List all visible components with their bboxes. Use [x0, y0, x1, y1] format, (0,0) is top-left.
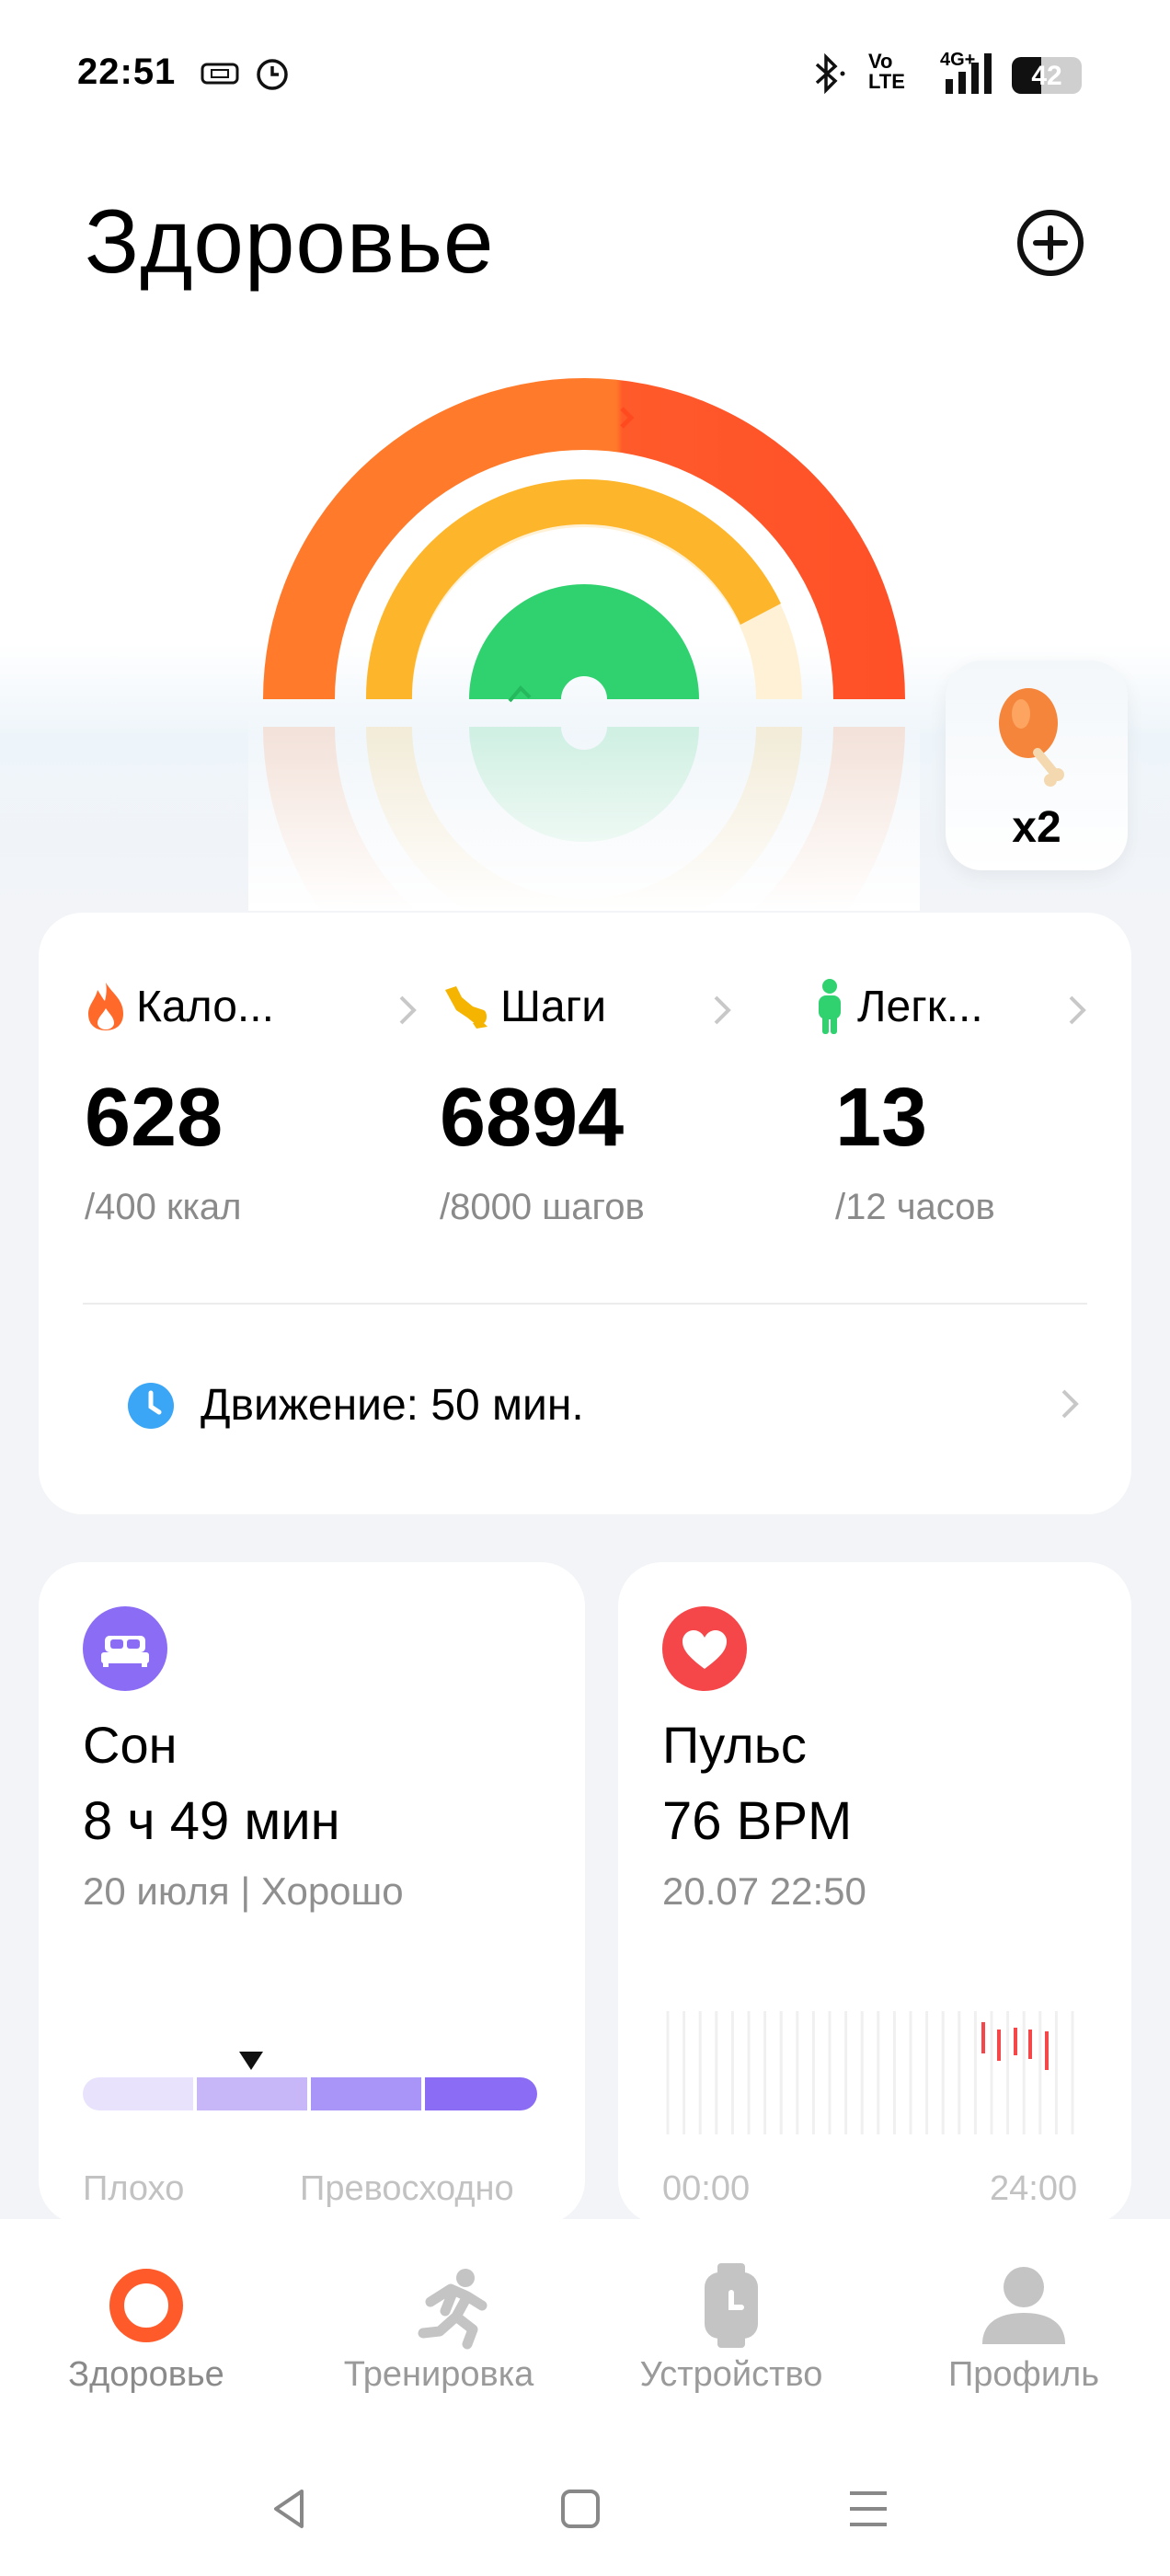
sleep-title: Сон [83, 1716, 178, 1774]
watch-icon [705, 2263, 758, 2348]
pulse-axis-start: 00:00 [662, 2169, 751, 2208]
active-hours-ring [469, 584, 699, 699]
pulse-axis-end: 24:00 [990, 2169, 1078, 2208]
nav-profile[interactable]: Профиль [878, 2219, 1170, 2403]
bottom-navigation: Здоровье Тренировка Устройство Профиль [0, 2219, 1170, 2576]
clock-icon [128, 1383, 174, 1429]
metric-value: 13 [835, 1072, 928, 1164]
scale-segment [311, 2077, 421, 2110]
add-button[interactable] [1015, 208, 1085, 278]
heart-icon [662, 1606, 747, 1691]
nav-workout[interactable]: Тренировка [292, 2219, 585, 2403]
runner-icon [418, 2269, 488, 2350]
metric-label: Легк... [857, 982, 983, 1031]
movement-text: Движение: 50 мин. [201, 1381, 584, 1430]
sleep-duration: 8 ч 49 мин [83, 1791, 340, 1851]
scale-segment [83, 2077, 193, 2110]
nav-label: Профиль [947, 2355, 1100, 2394]
movement-row[interactable]: Движение: 50 мин. [90, 1373, 1093, 1437]
alarm-clock-icon [257, 59, 288, 90]
pulse-mini-chart [666, 2011, 1074, 2134]
reward-card[interactable]: x2 [946, 661, 1128, 870]
menu-icon[interactable] [846, 2488, 890, 2530]
status-bar: 22:51 Vo LTE 4G+ 42 [0, 0, 1170, 147]
battery-level: 42 [1031, 61, 1062, 91]
chevron-right-icon [1069, 995, 1086, 1025]
pulse-card[interactable]: Пульс 76 BPM 20.07 22:50 00:00 24:00 [618, 1562, 1131, 2225]
scale-high-label: Превосходно [300, 2169, 514, 2208]
status-time: 22:51 [77, 52, 177, 92]
page-title: Здоровье [85, 190, 495, 292]
metric-value: 628 [85, 1072, 224, 1164]
sleep-quality-scale [83, 2052, 537, 2110]
metric-calories[interactable]: Кало... 628 /400 ккал [85, 979, 434, 1227]
metric-label: Кало... [136, 982, 274, 1031]
volte-label: Vo LTE [868, 50, 905, 93]
person-icon [819, 979, 841, 1034]
nav-label: Тренировка [343, 2355, 534, 2394]
metric-goal: /8000 шагов [440, 1187, 645, 1227]
sleep-date: 20 июля | Хорошо [83, 1869, 404, 1913]
activity-rings-gauge[interactable] [248, 359, 920, 911]
bed-icon [83, 1606, 167, 1691]
scale-segment [197, 2077, 307, 2110]
pulse-title: Пульс [662, 1716, 807, 1774]
chevron-right-icon [1061, 1389, 1079, 1419]
scale-segment [425, 2077, 537, 2110]
bluetooth-icon [815, 53, 845, 94]
metric-value: 6894 [440, 1072, 625, 1164]
system-navigation [0, 2467, 1170, 2550]
chevron-right-icon [399, 995, 417, 1025]
drumstick-icon [999, 688, 1064, 787]
scale-low-label: Плохо [83, 2169, 185, 2208]
sim-card-icon [201, 63, 239, 85]
metric-label: Шаги [500, 982, 607, 1031]
metric-steps[interactable]: Шаги 6894 /8000 шагов [440, 979, 762, 1227]
shoe-icon [445, 986, 488, 1029]
nav-device[interactable]: Устройство [585, 2219, 878, 2403]
nav-health[interactable]: Здоровье [0, 2219, 292, 2403]
sleep-card[interactable]: Сон 8 ч 49 мин 20 июля | Хорошо Плохо Пр… [39, 1562, 585, 2225]
ring-icon [109, 2269, 183, 2342]
pulse-date: 20.07 22:50 [662, 1869, 866, 1913]
flame-icon [88, 983, 123, 1030]
divider [83, 1303, 1087, 1305]
metric-goal: /400 ккал [85, 1187, 242, 1227]
nav-label: Устройство [639, 2355, 823, 2394]
back-icon[interactable] [267, 2486, 313, 2532]
quality-marker-icon [238, 2052, 263, 2070]
signal-icon [946, 53, 992, 94]
metric-goal: /12 часов [835, 1187, 995, 1227]
pulse-value: 76 BPM [662, 1791, 853, 1851]
metric-active-hours[interactable]: Легк... 13 /12 часов [811, 979, 1106, 1227]
home-icon[interactable] [559, 2488, 602, 2530]
chevron-right-icon [714, 995, 731, 1025]
activity-summary-card: Кало... 628 /400 ккал Шаги 6894 /8000 ша… [39, 913, 1131, 1514]
profile-icon [982, 2267, 1065, 2344]
battery-icon: 42 [1012, 57, 1082, 94]
nav-label: Здоровье [68, 2355, 224, 2394]
reward-count: x2 [1012, 803, 1061, 852]
